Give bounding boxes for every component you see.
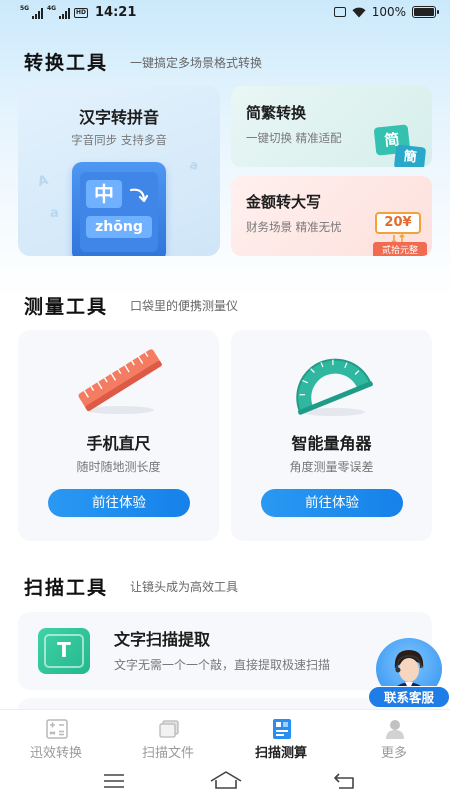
protractor-try-button[interactable]: 前往体验 bbox=[261, 489, 403, 517]
decor-letter: a bbox=[50, 206, 59, 221]
protractor-tool-card[interactable]: 智能量角器 角度测量零误差 前往体验 bbox=[231, 330, 432, 541]
amount-number-badge: 20¥ bbox=[375, 212, 421, 234]
protractor-icon bbox=[296, 358, 373, 416]
vibrate-icon bbox=[333, 7, 346, 17]
ruler-try-button[interactable]: 前往体验 bbox=[48, 489, 190, 517]
customer-service-float[interactable]: 联系客服 bbox=[368, 636, 450, 710]
bottom-tab-bar: 迅效转换 扫描文件 扫描测算 更多 bbox=[0, 709, 450, 766]
conversion-section-title: 转换工具 bbox=[24, 52, 109, 74]
ocr-card-desc: 文字无需一个一个敲，直接提取极速扫描 bbox=[114, 658, 331, 672]
jianfan-card-title: 简繁转换 bbox=[246, 104, 307, 122]
tab-label: 迅效转换 bbox=[29, 746, 82, 761]
ocr-scan-icon: T bbox=[38, 628, 90, 674]
pinyin-illustration: 中 zhōng bbox=[72, 162, 166, 256]
protractor-tool-desc: 角度测量零误差 bbox=[289, 460, 374, 474]
ocr-card-title: 文字扫描提取 bbox=[114, 630, 211, 649]
ruler-tool-name: 手机直尺 bbox=[86, 434, 151, 453]
wifi-icon bbox=[352, 7, 366, 17]
jianfan-card-desc: 一键切换 精准适配 bbox=[246, 131, 342, 145]
pinyin-convert-card[interactable]: 汉字转拼音 字音同步 支持多音 A a a 中 zhōng bbox=[18, 86, 220, 256]
protractor-tool-name: 智能量角器 bbox=[291, 434, 372, 453]
scan-measure-icon bbox=[273, 719, 291, 739]
decor-letter: a bbox=[188, 157, 200, 173]
hd-badge: HD bbox=[74, 7, 89, 18]
ruler-tool-desc: 随时随地测长度 bbox=[76, 460, 161, 474]
system-navigation-bar bbox=[0, 766, 450, 800]
curved-arrow-icon bbox=[129, 188, 149, 203]
amount-uppercase-card[interactable]: 金额转大写 财务场景 精准无忧 20¥ 贰拾元整 bbox=[231, 176, 432, 256]
traditional-char-badge: 簡 bbox=[393, 144, 427, 167]
tab-scan-file[interactable]: 扫描文件 bbox=[112, 710, 224, 767]
home-icon[interactable] bbox=[209, 770, 243, 790]
person-icon bbox=[386, 720, 404, 739]
battery-icon bbox=[412, 6, 439, 18]
customer-service-label: 联系客服 bbox=[368, 686, 450, 708]
battery-percent: 100% bbox=[371, 5, 406, 19]
pinyin-illus-char: 中 bbox=[86, 180, 122, 208]
status-time: 14:21 bbox=[95, 5, 137, 20]
pinyin-illus-pinyin: zhōng bbox=[86, 216, 152, 238]
ruler-tool-card[interactable]: 手机直尺 随时随地测长度 前往体验 bbox=[18, 330, 219, 541]
money-card-title: 金额转大写 bbox=[246, 193, 322, 211]
amount-upper-badge: 贰拾元整 bbox=[373, 242, 427, 256]
jianfan-convert-card[interactable]: 简繁转换 一键切换 精准适配 简 簡 bbox=[231, 86, 432, 167]
tab-scan-measure[interactable]: 扫描测算 bbox=[225, 710, 337, 767]
money-card-desc: 财务场景 精准无忧 bbox=[246, 220, 342, 234]
documents-icon bbox=[159, 720, 179, 738]
scan-section-subtitle: 让镜头成为高效工具 bbox=[130, 580, 239, 594]
network-type-label: 5G bbox=[20, 4, 30, 12]
decor-letter: A bbox=[36, 172, 50, 191]
tab-label: 扫描测算 bbox=[254, 746, 307, 761]
status-bar: 5G 4G HD 14:21 100% bbox=[0, 0, 450, 28]
signal-5g-icon: 5G bbox=[20, 4, 43, 19]
conversion-section-subtitle: 一键搞定多场景格式转换 bbox=[130, 56, 263, 70]
measure-section-title: 测量工具 bbox=[24, 296, 109, 318]
measure-section-subtitle: 口袋里的便携测量仪 bbox=[130, 299, 239, 313]
ruler-icon bbox=[78, 349, 162, 414]
signal-4g-icon: 4G bbox=[47, 4, 70, 19]
tab-more[interactable]: 更多 bbox=[338, 710, 450, 767]
scan-section-title: 扫描工具 bbox=[24, 577, 109, 599]
calculator-icon bbox=[46, 719, 68, 739]
menu-icon[interactable] bbox=[103, 773, 125, 789]
tab-convert[interactable]: 迅效转换 bbox=[0, 710, 112, 767]
tab-label: 扫描文件 bbox=[141, 746, 194, 761]
back-icon[interactable] bbox=[333, 772, 355, 790]
pinyin-card-title: 汉字转拼音 bbox=[78, 108, 159, 127]
tab-label: 更多 bbox=[380, 746, 407, 761]
network-type-label: 4G bbox=[47, 4, 57, 12]
pinyin-card-desc: 字音同步 支持多音 bbox=[71, 133, 167, 147]
ocr-icon-letter: T bbox=[57, 638, 71, 662]
